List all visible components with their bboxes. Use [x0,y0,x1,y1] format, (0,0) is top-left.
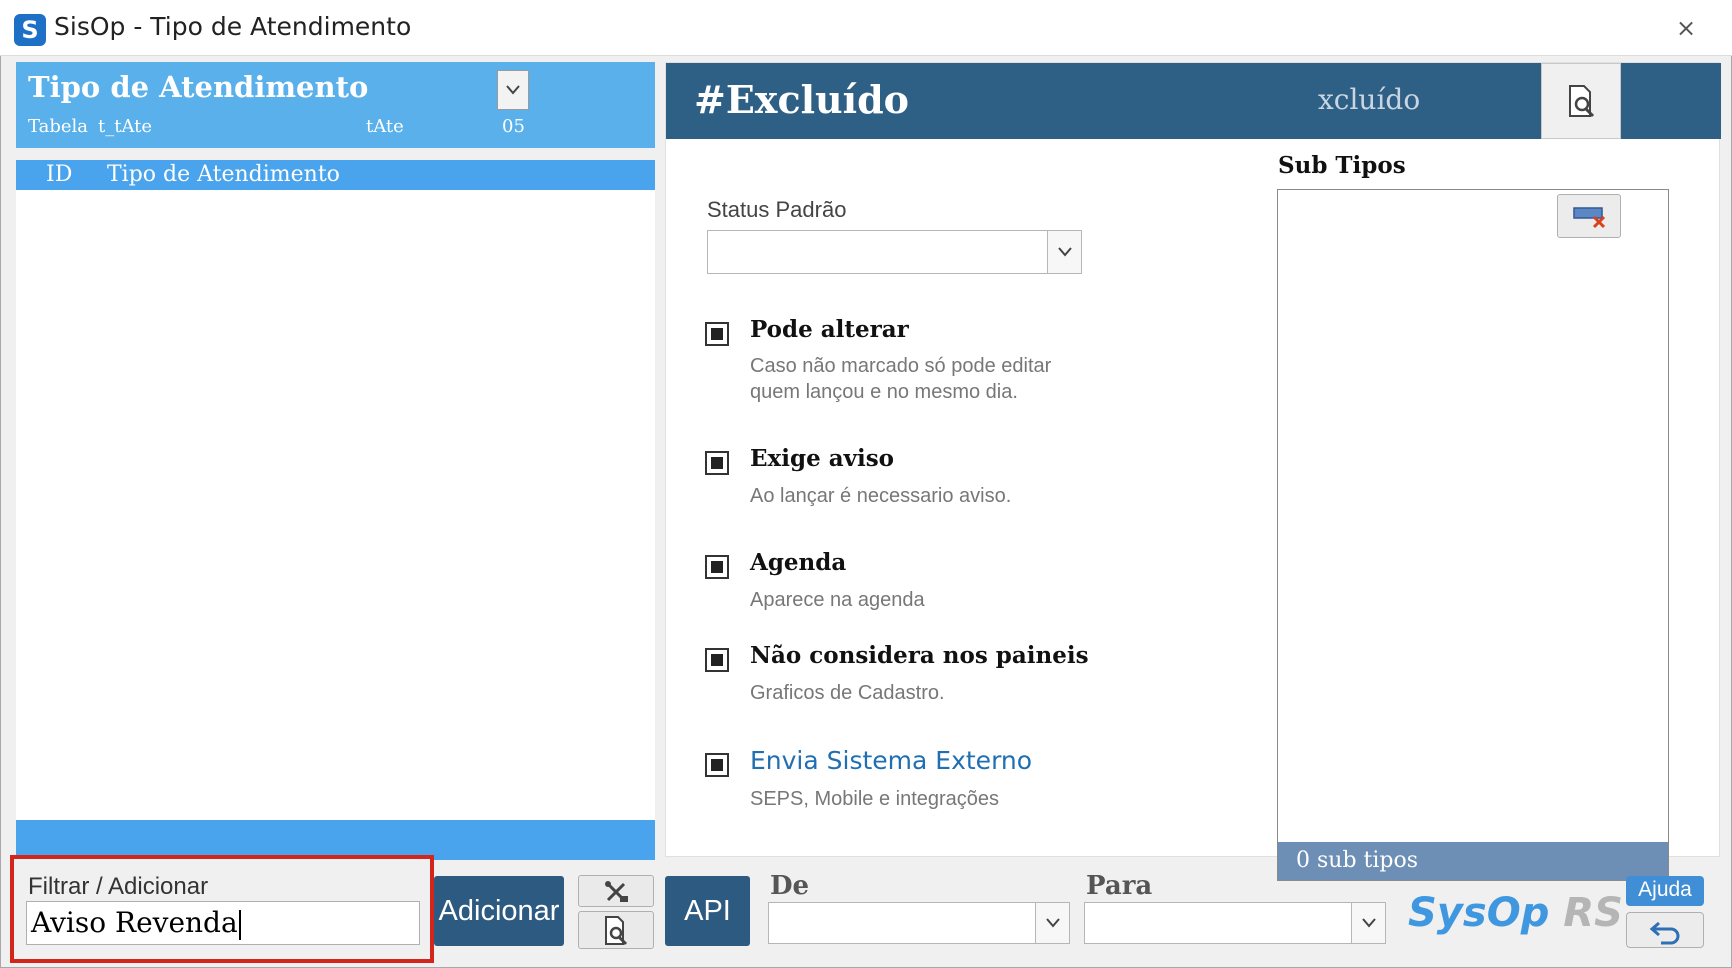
detail-header: #Excluído xcluído [666,63,1721,139]
help-button[interactable]: Ajuda [1626,876,1704,906]
list-footer [16,820,655,860]
document-search-icon [1569,85,1595,118]
back-button[interactable] [1626,912,1704,948]
remove-list-icon [1573,207,1606,229]
table-label: Tabela [28,116,89,137]
logo-part-rs: RS [1563,890,1623,936]
close-button[interactable]: ⨯ [1670,14,1702,42]
chevron-down-icon [1046,918,1060,928]
detail-panel: #Excluído xcluído Status Padrão Pode alt… [665,62,1721,881]
option-title-exige-aviso: Exige aviso [750,445,894,472]
to-select[interactable] [1084,902,1386,944]
filter-add-box: Filtrar / Adicionar Aviso Revenda [10,855,434,963]
column-id[interactable]: ID [46,160,72,190]
option-desc-pode-alterar-2: quem lançou e no mesmo dia. [750,381,1018,403]
record-title: #Excluído [694,77,910,122]
option-desc-agenda: Aparece na agenda [750,589,925,611]
from-label: De [770,871,810,901]
to-dropdown-arrow[interactable] [1351,903,1385,943]
chevron-down-icon [1362,918,1376,928]
filter-label: Filtrar / Adicionar [28,873,209,900]
record-code: xcluído [1318,83,1421,116]
logo-part-sysop: SysOp [1408,890,1550,936]
from-select[interactable] [768,902,1070,944]
status-dropdown-arrow[interactable] [1047,231,1081,273]
subtypes-count: 0 sub tipos [1278,842,1668,880]
list-panel-header: Tipo de Atendimento Tabela t_tAte tAte 0… [16,62,655,148]
search-list-button[interactable] [578,911,654,949]
app-logo-icon: S [14,14,46,46]
subtypes-title: Sub Tipos [1278,152,1406,179]
option-title-pode-alterar: Pode alterar [750,316,909,343]
chevron-down-icon [1058,247,1072,257]
table-name: t_tAte [98,116,153,137]
list-column-header: ID Tipo de Atendimento [16,160,655,190]
option-title-nao-considera-paineis: Não considera nos paineis [750,642,1089,669]
option-desc-nao-considera-paineis: Graficos de Cadastro. [750,682,945,704]
checkbox-agenda[interactable] [705,555,729,579]
record-list[interactable] [16,190,655,820]
list-panel-title: Tipo de Atendimento [28,70,369,104]
filter-input[interactable]: Aviso Revenda [26,901,420,945]
text-caret [238,909,241,940]
checkbox-envia-sistema-externo[interactable] [705,753,729,777]
undo-arrow-icon [1649,921,1680,945]
chevron-down-icon [506,85,520,95]
status-select[interactable] [707,230,1082,274]
filter-input-value: Aviso Revenda [31,906,238,939]
remove-subtype-button[interactable] [1557,194,1621,238]
option-desc-envia-sistema-externo: SEPS, Mobile e integrações [750,788,1000,810]
table-number: 05 [502,116,525,137]
search-record-button[interactable] [1541,63,1621,139]
tools-icon [605,881,628,902]
option-desc-exige-aviso: Ao lançar é necessario aviso. [750,485,1012,507]
checkbox-pode-alterar[interactable] [705,322,729,346]
option-title-agenda: Agenda [750,549,847,576]
checkbox-nao-considera-paineis[interactable] [705,648,729,672]
subtypes-list[interactable]: 0 sub tipos [1277,189,1669,881]
status-label: Status Padrão [707,197,847,222]
add-button[interactable]: Adicionar [434,876,564,946]
to-label: Para [1086,871,1153,901]
from-dropdown-arrow[interactable] [1035,903,1069,943]
table-code: tAte [366,116,404,137]
option-desc-pode-alterar: Caso não marcado só pode editar [750,355,1052,377]
tools-button[interactable] [578,875,654,907]
column-type[interactable]: Tipo de Atendimento [107,160,340,190]
window-title: SisOp - Tipo de Atendimento [54,12,412,41]
document-search-icon [605,916,628,946]
checkbox-exige-aviso[interactable] [705,451,729,475]
title-bar: S SisOp - Tipo de Atendimento ⨯ [0,0,1732,56]
api-button[interactable]: API [665,876,750,946]
sysop-rs-logo: SysOp RS [1408,890,1623,936]
option-title-envia-sistema-externo[interactable]: Envia Sistema Externo [750,746,1032,775]
panel-dropdown-button[interactable] [497,70,529,110]
